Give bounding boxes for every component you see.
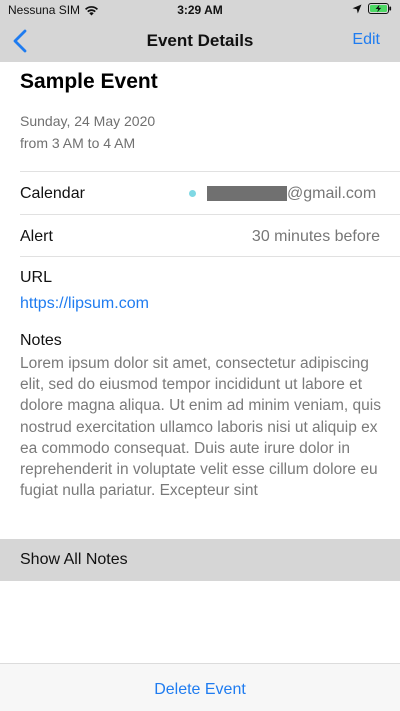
divider [20, 214, 400, 215]
status-time: 3:29 AM [177, 3, 223, 17]
show-all-notes-button[interactable]: Show All Notes [0, 539, 400, 581]
delete-event-button[interactable]: Delete Event [0, 681, 400, 699]
edit-button[interactable]: Edit [352, 31, 380, 49]
battery-charging-icon [368, 3, 392, 14]
navigation-bar: Event Details Edit [0, 20, 400, 62]
calendar-color-dot [189, 190, 196, 197]
status-right [352, 3, 392, 14]
event-date: Sunday, 24 May 2020 [20, 113, 156, 129]
calendar-value: @gmail.com [287, 185, 377, 202]
divider [20, 256, 400, 257]
alert-value: 30 minutes before [251, 228, 380, 245]
event-title: Sample Event [20, 70, 158, 93]
calendar-label: Calendar [20, 185, 85, 202]
redacted-email-block [207, 186, 287, 201]
event-time-range: from 3 AM to 4 AM [20, 135, 136, 151]
alert-label: Alert [20, 228, 53, 245]
notes-label: Notes [20, 332, 62, 349]
url-label: URL [20, 269, 53, 286]
location-arrow-icon [352, 4, 362, 13]
page-title: Event Details [146, 31, 254, 50]
notes-text: Lorem ipsum dolor sit amet, consectetur … [20, 355, 381, 500]
show-all-notes-label: Show All Notes [20, 551, 128, 568]
url-link[interactable]: https://lipsum.com [20, 295, 149, 313]
bottom-toolbar: Delete Event [0, 663, 400, 711]
divider [20, 171, 400, 172]
status-bar: Nessuna SIM 3:29 AM [0, 0, 400, 20]
